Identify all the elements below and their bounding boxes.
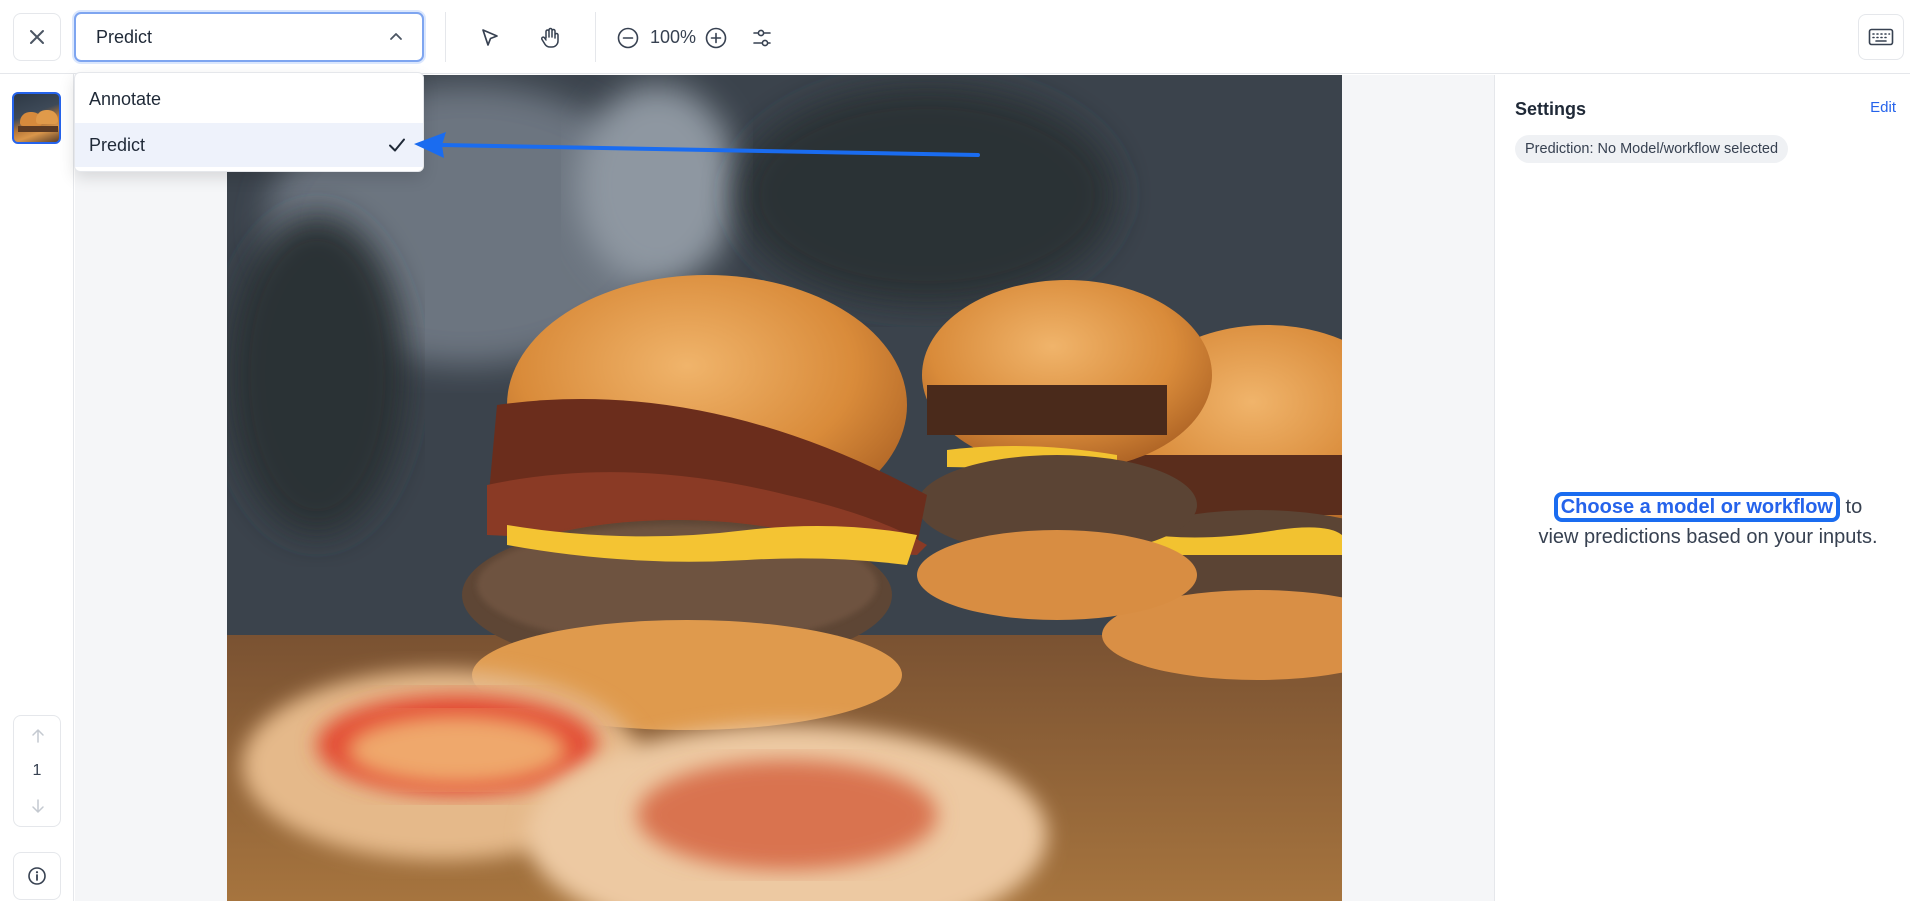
zoom-out-icon	[617, 27, 639, 49]
select-pointer-icon	[482, 29, 498, 46]
choose-model-link[interactable]: Choose a model or workflow	[1553, 492, 1840, 522]
next-page-button[interactable]	[26, 794, 50, 818]
menu-item-label: Predict	[89, 134, 146, 155]
prediction-status-chip: Prediction: No Model/workflow selected	[1515, 135, 1789, 163]
left-rail: 1	[0, 74, 74, 901]
checkmark-icon	[389, 138, 405, 152]
previous-page-button[interactable]	[26, 724, 50, 748]
mode-dropdown-menu: Annotate Predict	[74, 72, 424, 172]
thumbnail-burger-shape	[36, 110, 58, 124]
annotation-arrow	[414, 132, 980, 158]
toolbar-divider	[595, 12, 596, 62]
mode-select-value: Predict	[96, 26, 153, 47]
toolbar-divider	[445, 12, 446, 62]
menu-item-predict[interactable]: Predict	[75, 123, 423, 167]
zoom-out-button[interactable]	[609, 19, 647, 57]
zoom-in-button[interactable]	[697, 19, 735, 57]
arrow-up-icon	[32, 729, 44, 743]
zoom-level: 100%	[650, 27, 697, 47]
chevron-up-icon	[390, 33, 402, 40]
close-icon	[30, 30, 44, 44]
menu-item-annotate[interactable]: Annotate	[75, 77, 423, 121]
select-tool-button[interactable]	[471, 19, 509, 57]
menu-item-label: Annotate	[89, 88, 162, 109]
image-canvas[interactable]	[75, 75, 1494, 901]
adjustments-icon	[753, 29, 771, 47]
toolbar: Predict 100%	[0, 0, 1910, 74]
info-icon	[28, 867, 46, 885]
keyboard-shortcuts-button[interactable]	[1858, 14, 1904, 60]
settings-panel: Settings Edit Prediction: No Model/workf…	[1494, 75, 1910, 901]
thumbnail-board-shape	[18, 126, 58, 132]
info-button[interactable]	[13, 852, 61, 900]
empty-state-message: Choose a model or workflow to view predi…	[1535, 492, 1881, 552]
edit-settings-link[interactable]: Edit	[1870, 99, 1896, 116]
keyboard-icon	[1868, 28, 1894, 46]
close-button[interactable]	[13, 13, 61, 61]
burger-photo[interactable]	[227, 75, 1342, 901]
burger-photo-art	[227, 75, 1342, 901]
hand-pan-icon	[541, 27, 559, 48]
image-thumbnail[interactable]	[12, 92, 61, 144]
pan-tool-button[interactable]	[531, 19, 569, 57]
arrow-down-icon	[32, 799, 44, 813]
page-number: 1	[32, 762, 42, 779]
zoom-in-icon	[705, 27, 727, 49]
page-navigator: 1	[13, 715, 61, 827]
settings-title: Settings	[1515, 99, 1587, 119]
mode-select[interactable]: Predict	[74, 12, 424, 62]
adjustments-button[interactable]	[743, 19, 781, 57]
